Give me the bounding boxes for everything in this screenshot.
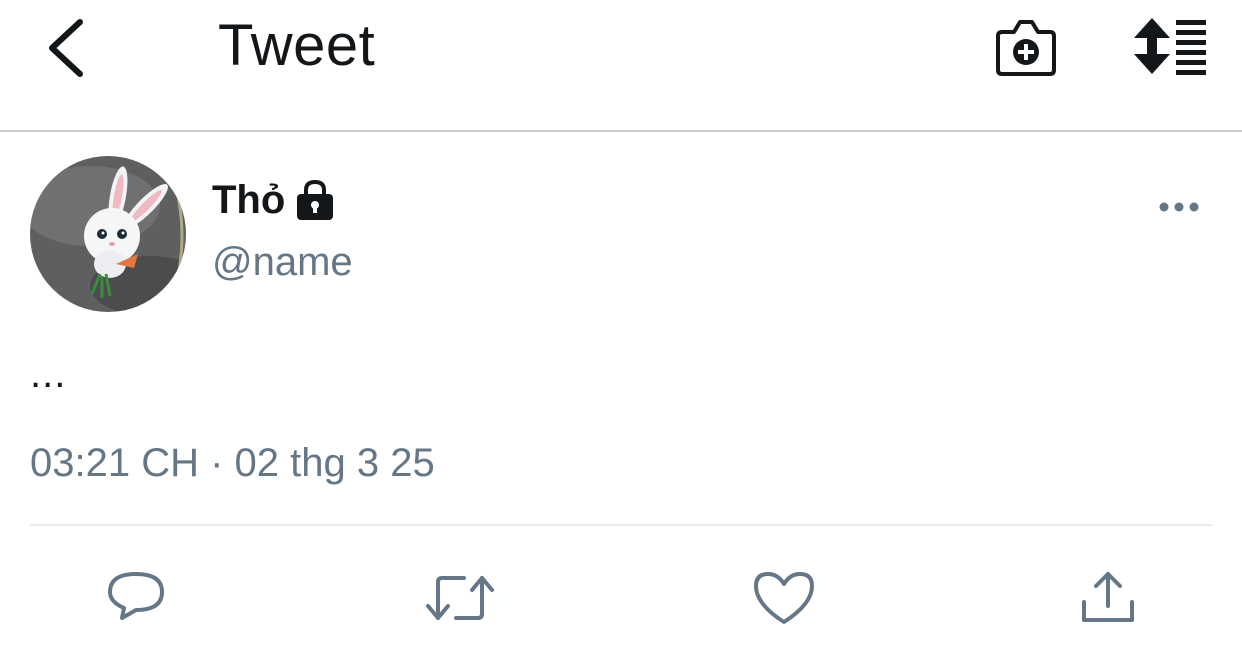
avatar[interactable]	[30, 156, 186, 312]
username[interactable]: @name	[212, 240, 353, 285]
tweet-detail-screen: Tweet Thỏ @name ... 03:21 CH · 02 thg 3 …	[0, 0, 1242, 651]
retweet-icon	[426, 576, 494, 620]
back-chevron-icon	[49, 19, 83, 77]
reply-button[interactable]	[104, 566, 168, 630]
author-name-row: Thỏ	[212, 172, 335, 228]
reply-icon	[108, 572, 164, 620]
tweet-timestamp: 03:21 CH · 02 thg 3 25	[30, 441, 435, 485]
sort-timeline-button[interactable]	[1130, 16, 1210, 76]
camera-button[interactable]	[994, 16, 1058, 78]
like-button[interactable]	[752, 566, 816, 630]
bunny-avatar-image	[30, 156, 186, 312]
share-button[interactable]	[1076, 566, 1140, 630]
camera-plus-icon	[996, 20, 1056, 76]
protected-lock-icon	[295, 178, 335, 222]
sort-lines-icon	[1134, 18, 1206, 75]
share-upload-icon	[1082, 572, 1134, 622]
page-title: Tweet	[218, 13, 376, 78]
display-name[interactable]: Thỏ	[212, 178, 285, 223]
retweet-button[interactable]	[424, 566, 496, 630]
like-heart-icon	[754, 572, 814, 624]
tweet-text: ...	[30, 352, 67, 396]
top-nav-bar: Tweet	[0, 0, 1242, 130]
actions-divider	[30, 524, 1212, 526]
header-divider	[0, 130, 1242, 132]
more-dots-icon	[1159, 202, 1199, 212]
back-button[interactable]	[40, 16, 92, 80]
more-options-button[interactable]	[1154, 192, 1204, 222]
